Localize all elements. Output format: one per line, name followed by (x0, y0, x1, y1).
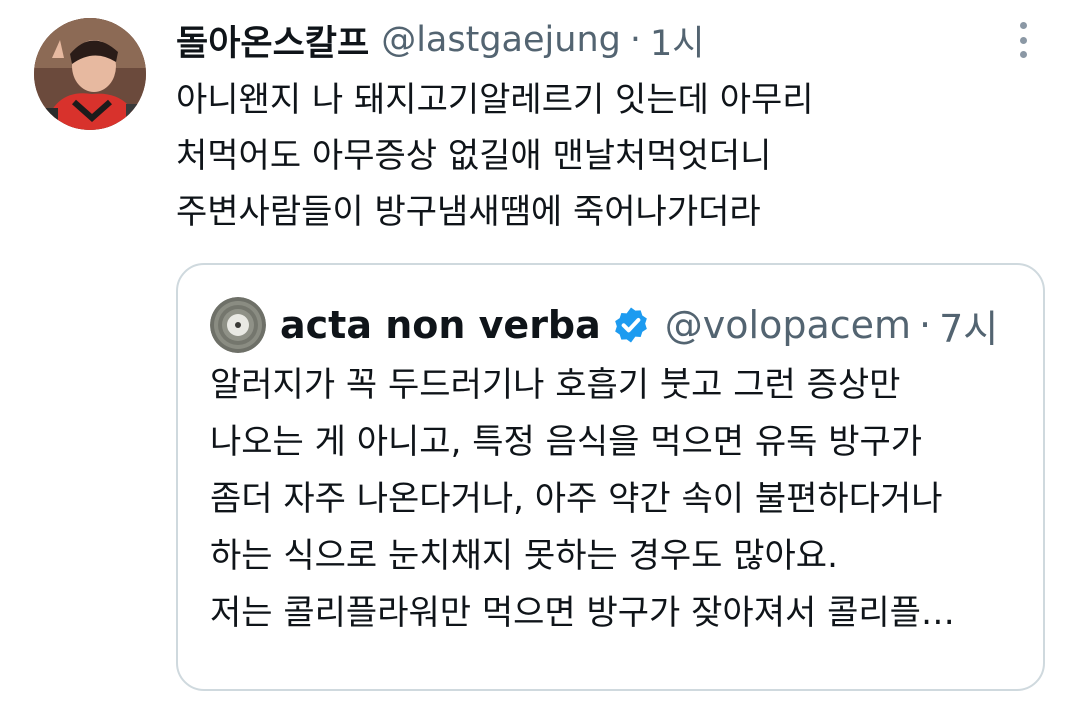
quoted-text-line: 좀더 자주 나온다거나, 아주 약간 속이 불편하다거나 (210, 479, 943, 519)
tweet-text-line: 아니왠지 나 돼지고기알레르기 잇는데 아무리 (176, 80, 814, 120)
more-vertical-icon[interactable] (1008, 22, 1038, 58)
separator-dot: · (919, 303, 932, 347)
display-name[interactable]: 돌아온스칼프 (176, 15, 369, 66)
handle[interactable]: @lastgaejung (381, 20, 621, 60)
quoted-header: acta non verba @volopacem · 7시 (280, 295, 998, 355)
quoted-handle: @volopacem (664, 303, 912, 347)
quoted-timestamp: 7시 (939, 306, 999, 351)
verified-badge-icon (611, 305, 651, 345)
avatar-photo (34, 18, 146, 130)
tweet-text-line: 처먹어도 아무증상 없길애 맨날처먹엇더니 (176, 136, 772, 176)
quoted-tweet-text: 알러지가 꼭 두드러기나 호흡기 붓고 그런 증상만 나오는 게 아니고, 특정… (210, 357, 1030, 642)
vinyl-record-icon (210, 297, 266, 353)
quoted-tweet-card[interactable]: acta non verba @volopacem · 7시 알러지가 꼭 두드… (176, 263, 1045, 691)
quoted-text-line: 나오는 게 아니고, 특정 음식을 먹으면 유독 방구가 (210, 422, 923, 462)
timestamp[interactable]: 1시 (650, 15, 704, 66)
avatar[interactable] (34, 18, 146, 130)
quoted-avatar (210, 297, 266, 353)
quoted-text-line: 저는 콜리플라워만 먹으면 방구가 잦아져서 콜리플… (210, 593, 955, 633)
quoted-text-line: 알러지가 꼭 두드러기나 호흡기 붓고 그런 증상만 (210, 365, 901, 405)
tweet-text: 아니왠지 나 돼지고기알레르기 잇는데 아무리 처먹어도 아무증상 없길애 맨날… (176, 72, 1036, 240)
separator-dot: · (629, 20, 641, 60)
quoted-display-name: acta non verba (280, 303, 601, 347)
tweet-header: 돌아온스칼프 @lastgaejung · 1시 (176, 14, 704, 66)
tweet: 돌아온스칼프 @lastgaejung · 1시 아니왠지 나 돼지고기알레르기… (0, 0, 1080, 703)
tweet-text-line: 주변사람들이 방구냄새땜에 죽어나가더라 (176, 192, 761, 232)
quoted-text-line: 하는 식으로 눈치채지 못하는 경우도 많아요. (210, 536, 838, 576)
